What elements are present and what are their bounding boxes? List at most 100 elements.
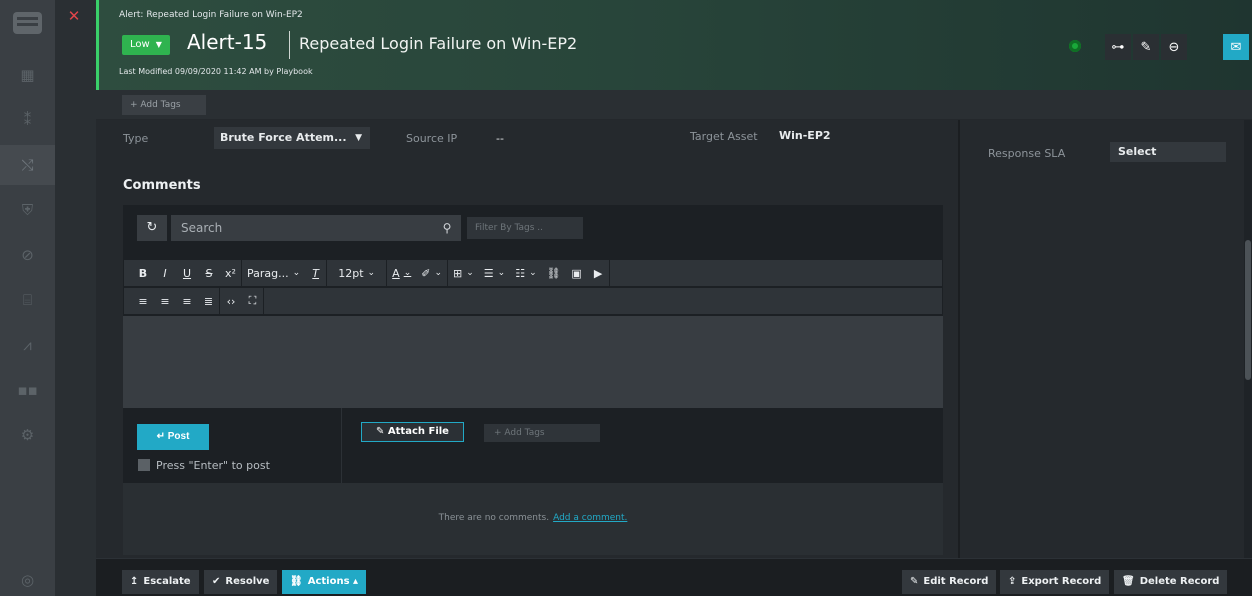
apps-icon[interactable]: ▪▪ xyxy=(0,370,55,410)
enter-icon: ↵ xyxy=(156,431,168,442)
editor-toolbar-row-1: B I U S x² Parag... T 12pt A ✐ ⊞ ☰ ☷ ⛓ ▣… xyxy=(123,259,943,287)
resolve-button[interactable]: ✔ Resolve xyxy=(204,570,278,594)
breadcrumb[interactable]: Alert: Repeated Login Failure on Win-EP2 xyxy=(119,10,303,20)
comments-list: There are no comments. Add a comment. xyxy=(123,483,943,555)
post-label: Post xyxy=(167,431,190,442)
attach-file-button[interactable]: ✎ Attach File xyxy=(361,422,464,442)
post-button[interactable]: ↵ Post xyxy=(137,424,209,450)
trash-icon: 🗑 xyxy=(1122,576,1135,587)
empty-comments-message: There are no comments. Add a comment. xyxy=(123,513,943,523)
clear-format-icon[interactable]: T xyxy=(305,260,328,286)
briefcase-icon[interactable]: ⌸ xyxy=(0,280,55,320)
edit-record-label: Edit Record xyxy=(923,576,989,587)
escalate-label: Escalate xyxy=(143,576,191,587)
record-header: Alert: Repeated Login Failure on Win-EP2… xyxy=(96,0,1252,90)
editor-toolbar-row-2: ≡ ≡ ≡ ≣ ‹› ⛶ xyxy=(123,287,943,315)
edit-icon[interactable]: ✎ xyxy=(1133,34,1159,60)
add-comment-link[interactable]: Add a comment. xyxy=(553,513,627,523)
underline-icon[interactable]: U xyxy=(176,260,198,286)
delete-record-button[interactable]: 🗑 Delete Record xyxy=(1114,570,1228,594)
profile-icon[interactable]: ◎ xyxy=(0,560,55,596)
nav-strip xyxy=(55,0,96,596)
image-icon[interactable]: ▣ xyxy=(566,260,588,286)
actions-icon: ⛓ xyxy=(290,576,303,587)
type-label: Type xyxy=(123,132,149,145)
search-icon[interactable]: ⚲ xyxy=(437,215,457,241)
align-center-icon[interactable]: ≡ xyxy=(154,288,176,314)
shield-icon[interactable]: ⛨ xyxy=(0,190,55,230)
text-color-icon[interactable]: A xyxy=(387,260,416,286)
left-navigation: ✕ ▦ ⁑ ⤭ ⛨ ⊘ ⌸ ⩘ ▪▪ ⚙ ◎ xyxy=(0,0,96,596)
source-ip-label: Source IP xyxy=(406,132,458,145)
analytics-icon[interactable]: ⩘ xyxy=(0,325,55,365)
scrollbar[interactable] xyxy=(1244,120,1252,558)
align-right-icon[interactable]: ≡ xyxy=(176,288,198,314)
comments-panel: ↻ ⚲ B I U S x² Parag... T 12pt A ✐ ⊞ ☰ ☷… xyxy=(123,205,943,555)
press-enter-checkbox[interactable] xyxy=(138,459,150,471)
press-enter-label: Press "Enter" to post xyxy=(156,459,270,472)
comments-search-row: ↻ ⚲ xyxy=(123,205,943,255)
type-select[interactable]: Brute Force Attem... ▼ xyxy=(214,127,370,149)
align-justify-icon[interactable]: ≣ xyxy=(198,288,220,314)
page-title[interactable]: Repeated Login Failure on Win-EP2 xyxy=(299,34,577,53)
source-code-icon[interactable]: ‹› xyxy=(220,288,242,314)
resolve-label: Resolve xyxy=(225,576,270,587)
link-insert-icon[interactable]: ⛓ xyxy=(542,260,566,286)
source-ip-value[interactable]: -- xyxy=(496,132,504,145)
actions-button[interactable]: ⛓ Actions ▴ xyxy=(282,570,367,594)
export-record-button[interactable]: ⇪ Export Record xyxy=(1000,570,1110,594)
refresh-icon[interactable]: ↻ xyxy=(137,215,167,241)
align-left-icon[interactable]: ≡ xyxy=(132,288,154,314)
severity-dropdown[interactable]: Low ▼ xyxy=(122,35,170,55)
numbered-list-icon[interactable]: ☷ xyxy=(510,260,541,286)
edit-record-icon: ✎ xyxy=(910,576,919,587)
bold-icon[interactable]: B xyxy=(132,260,154,286)
superscript-icon[interactable]: x² xyxy=(220,260,242,286)
bullet-list-icon[interactable]: ☰ xyxy=(479,260,510,286)
dashboard-icon[interactable]: ▦ xyxy=(0,55,55,95)
fullscreen-icon[interactable]: ⛶ xyxy=(242,288,264,314)
close-icon[interactable]: ✕ xyxy=(66,8,82,24)
app-logo-icon[interactable] xyxy=(13,12,42,34)
paragraph-dropdown[interactable]: Parag... xyxy=(242,260,305,286)
italic-icon[interactable]: I xyxy=(154,260,176,286)
incidents-icon[interactable]: ⤭ xyxy=(0,145,55,185)
search-input[interactable] xyxy=(171,215,461,241)
workflow-icon[interactable]: ⊶ xyxy=(1105,34,1131,60)
delete-record-label: Delete Record xyxy=(1139,576,1220,587)
comment-tags-input[interactable] xyxy=(484,424,600,442)
chat-icon[interactable]: ✉ xyxy=(1223,34,1249,60)
comment-editor[interactable] xyxy=(123,316,943,408)
edit-record-button[interactable]: ✎ Edit Record xyxy=(902,570,997,594)
app-root: ✕ ▦ ⁑ ⤭ ⛨ ⊘ ⌸ ⩘ ▪▪ ⚙ ◎ Alert: Repeated L… xyxy=(0,0,1252,596)
add-tags-input[interactable]: + Add Tags xyxy=(122,95,206,115)
highlight-icon[interactable]: ✐ xyxy=(416,260,449,286)
scrollbar-thumb[interactable] xyxy=(1245,240,1251,380)
target-asset-label: Target Asset xyxy=(690,130,758,143)
table-icon[interactable]: ⊞ xyxy=(448,260,479,286)
post-area: ↵ Post Press "Enter" to post ✎ Attach Fi… xyxy=(123,408,943,483)
queue-icon[interactable]: ⁑ xyxy=(0,100,55,140)
compass-icon[interactable]: ⊘ xyxy=(0,235,55,275)
settings-icon[interactable]: ⚙ xyxy=(0,415,55,455)
font-size-dropdown[interactable]: 12pt xyxy=(327,260,388,286)
link-icon[interactable]: ⊖ xyxy=(1161,34,1187,60)
filter-tags-input[interactable] xyxy=(467,217,583,239)
chevron-down-icon: ▼ xyxy=(155,40,162,49)
response-sla-select[interactable]: Select xyxy=(1110,142,1226,162)
title-divider xyxy=(289,31,290,59)
escalate-button[interactable]: ↥ Escalate xyxy=(122,570,199,594)
attach-label: Attach File xyxy=(387,426,449,437)
export-icon: ⇪ xyxy=(1008,576,1017,587)
type-value: Brute Force Attem... xyxy=(220,131,347,144)
response-sla-label: Response SLA xyxy=(988,147,1066,160)
strikethrough-icon[interactable]: S xyxy=(198,260,220,286)
empty-text: There are no comments. xyxy=(438,513,550,523)
check-icon: ✔ xyxy=(212,576,221,587)
last-modified-text: Last Modified 09/09/2020 11:42 AM by Pla… xyxy=(119,67,313,76)
paperclip-icon: ✎ xyxy=(376,426,388,437)
chevron-down-icon: ▼ xyxy=(355,133,362,143)
target-asset-value[interactable]: Win-EP2 xyxy=(779,129,831,142)
media-icon[interactable]: ▶ xyxy=(588,260,610,286)
post-divider xyxy=(341,408,342,483)
